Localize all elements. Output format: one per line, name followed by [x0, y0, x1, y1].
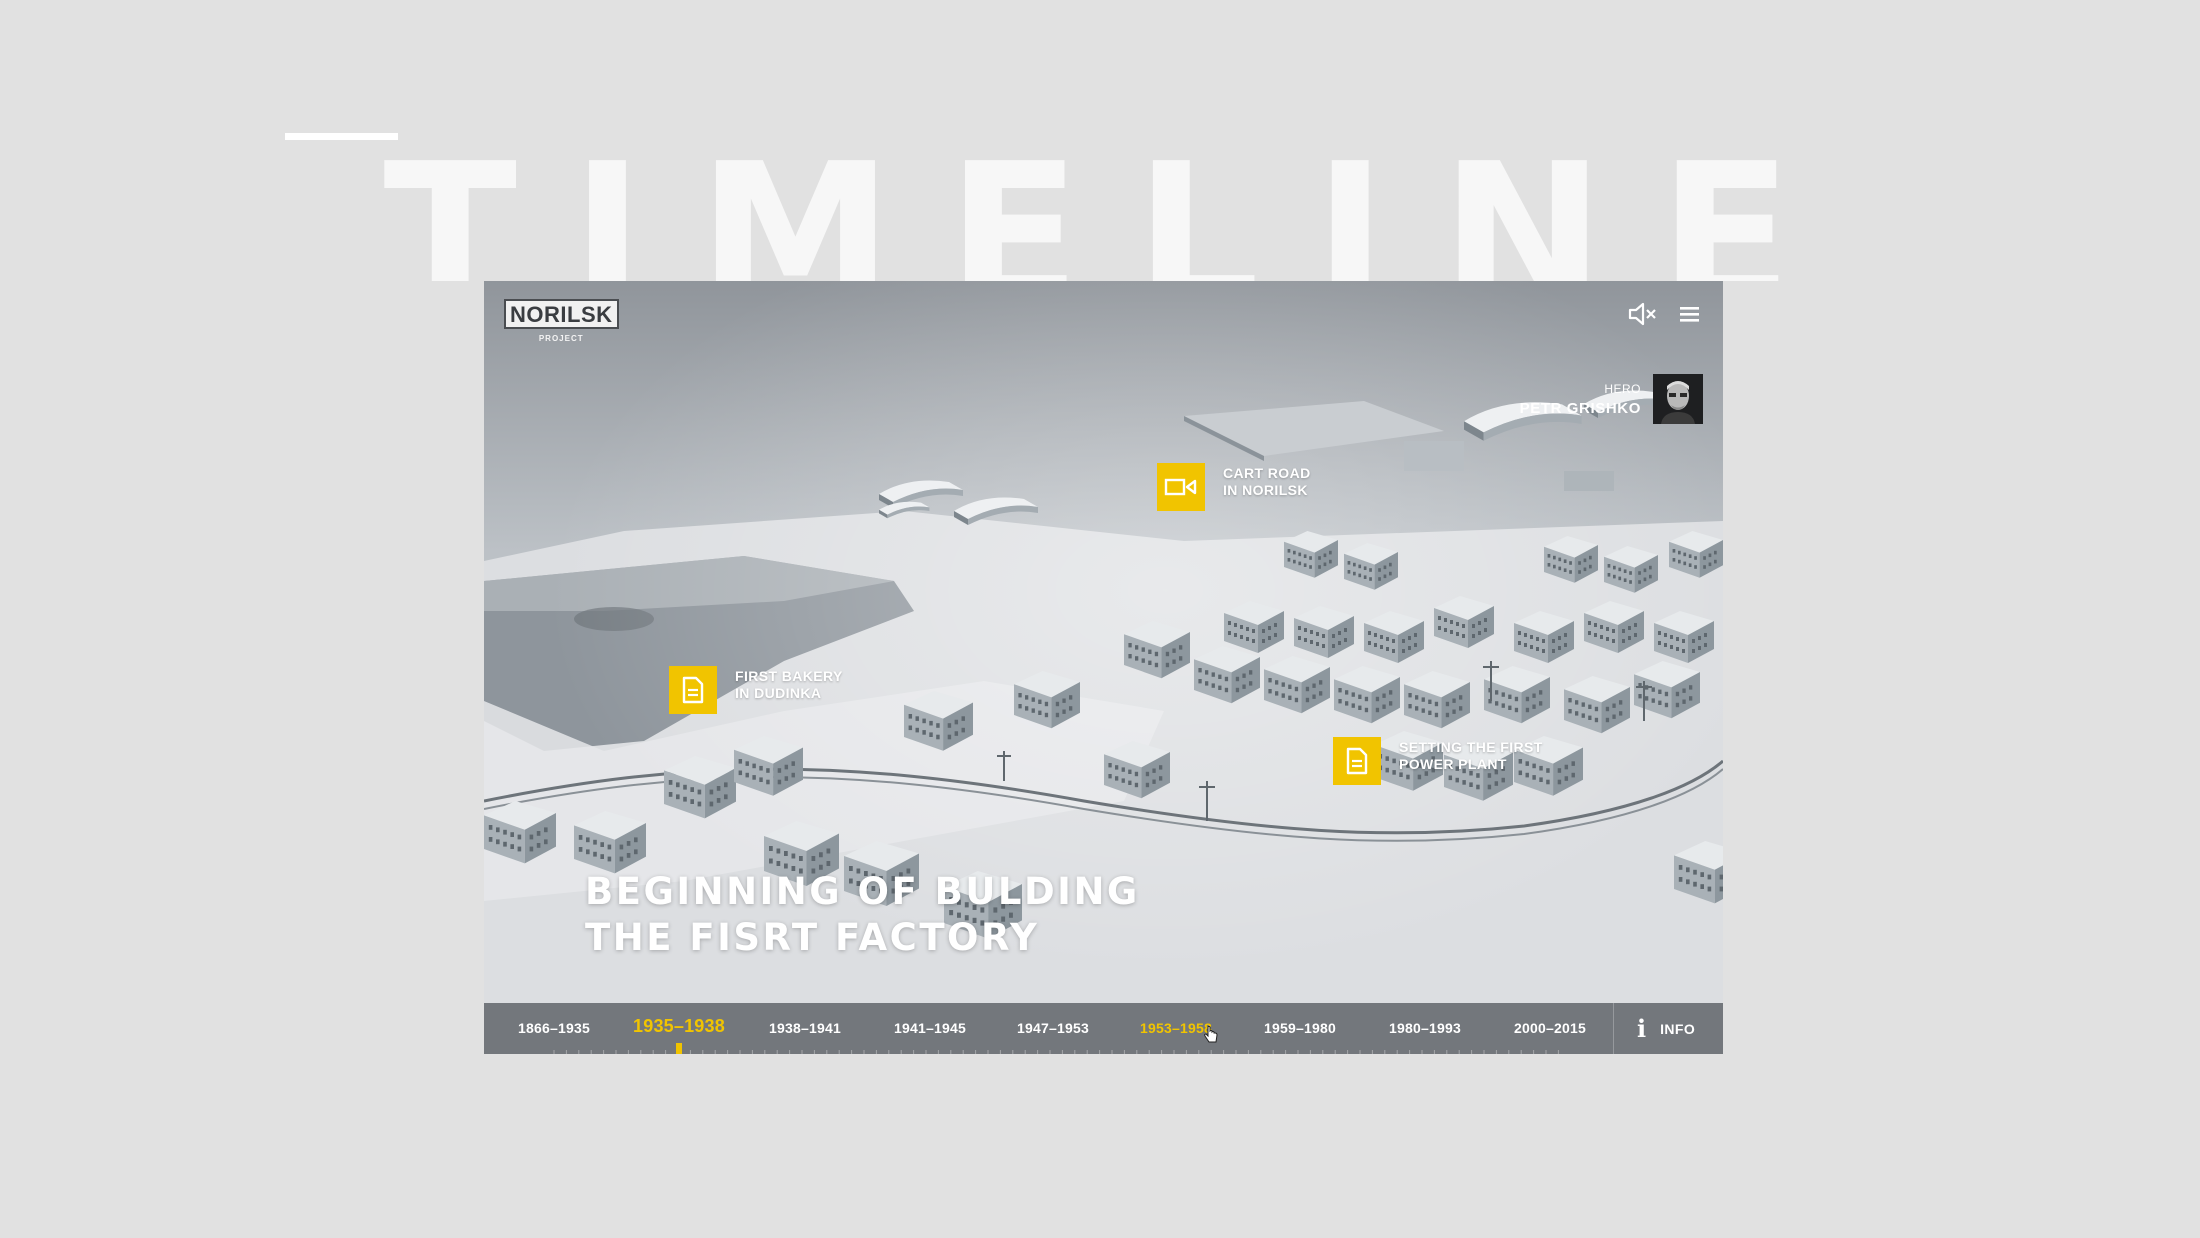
hand-cursor-icon	[1204, 1026, 1218, 1048]
hotspot-first-bakery[interactable]: FIRST BAKERY IN DUDINKA	[669, 666, 843, 714]
hotspot-label-line2: IN NORILSK	[1223, 482, 1308, 498]
sound-muted-icon[interactable]	[1626, 300, 1658, 328]
info-label: INFO	[1660, 1020, 1696, 1037]
headline-line2: THE FISRT FACTORY	[585, 916, 1040, 959]
menu-icon[interactable]	[1675, 300, 1707, 328]
headline-line1: BEGINNING OF BULDING	[585, 870, 1140, 913]
hotspot-label-line1: FIRST BAKERY	[735, 668, 843, 684]
document-icon	[1333, 737, 1381, 785]
timeline-current-marker	[676, 1043, 682, 1054]
logo-subtitle: PROJECT	[538, 334, 584, 343]
logo[interactable]: NORILSK PROJECT	[504, 299, 619, 343]
info-button[interactable]: i INFO	[1637, 1003, 1695, 1054]
hero-label: HERO	[1604, 381, 1641, 396]
hotspot-cart-road[interactable]: CART ROAD IN NORILSK	[1157, 463, 1311, 511]
timeline-period-hover[interactable]: 1953–1958	[1140, 1003, 1212, 1054]
hero-avatar	[1653, 374, 1703, 424]
timeline-ruler	[553, 1050, 1559, 1054]
hotspot-label-line1: CART ROAD	[1223, 465, 1311, 481]
info-divider	[1613, 1003, 1614, 1054]
timeline-period[interactable]: 1947–1953	[1017, 1003, 1089, 1054]
hotspot-power-plant[interactable]: SETTING THE FIRST POWER PLANT	[1333, 737, 1543, 785]
video-frame[interactable]: NORILSK PROJECT HERO PETR GRISHKO CART R…	[484, 281, 1723, 1054]
timeline-period[interactable]: 1941–1945	[894, 1003, 966, 1054]
logo-text: NORILSK	[504, 299, 619, 329]
timeline-period[interactable]: 2000–2015	[1514, 1003, 1586, 1054]
hotspot-label-line2: IN DUDINKA	[735, 685, 822, 701]
chapter-headline: BEGINNING OF BULDING THE FISRT FACTORY	[585, 869, 1140, 961]
hero-name: PETR GRISHKO	[1519, 399, 1641, 417]
info-icon: i	[1637, 1014, 1647, 1043]
hotspot-label-line2: POWER PLANT	[1399, 756, 1507, 772]
timeline-period[interactable]: 1980–1993	[1389, 1003, 1461, 1054]
document-icon	[669, 666, 717, 714]
timeline-period[interactable]: 1959–1980	[1264, 1003, 1336, 1054]
timeline-bar: 1866–1935 1935–1938 1938–1941 1941–1945 …	[484, 1003, 1723, 1054]
timeline-period[interactable]: 1866–1935	[518, 1003, 590, 1054]
hotspot-label-line1: SETTING THE FIRST	[1399, 739, 1543, 755]
page-title: TIMELINE	[383, 138, 1847, 281]
hero-link[interactable]: HERO PETR GRISHKO	[1520, 374, 1703, 424]
video-camera-icon	[1157, 463, 1205, 511]
timeline-period[interactable]: 1938–1941	[769, 1003, 841, 1054]
